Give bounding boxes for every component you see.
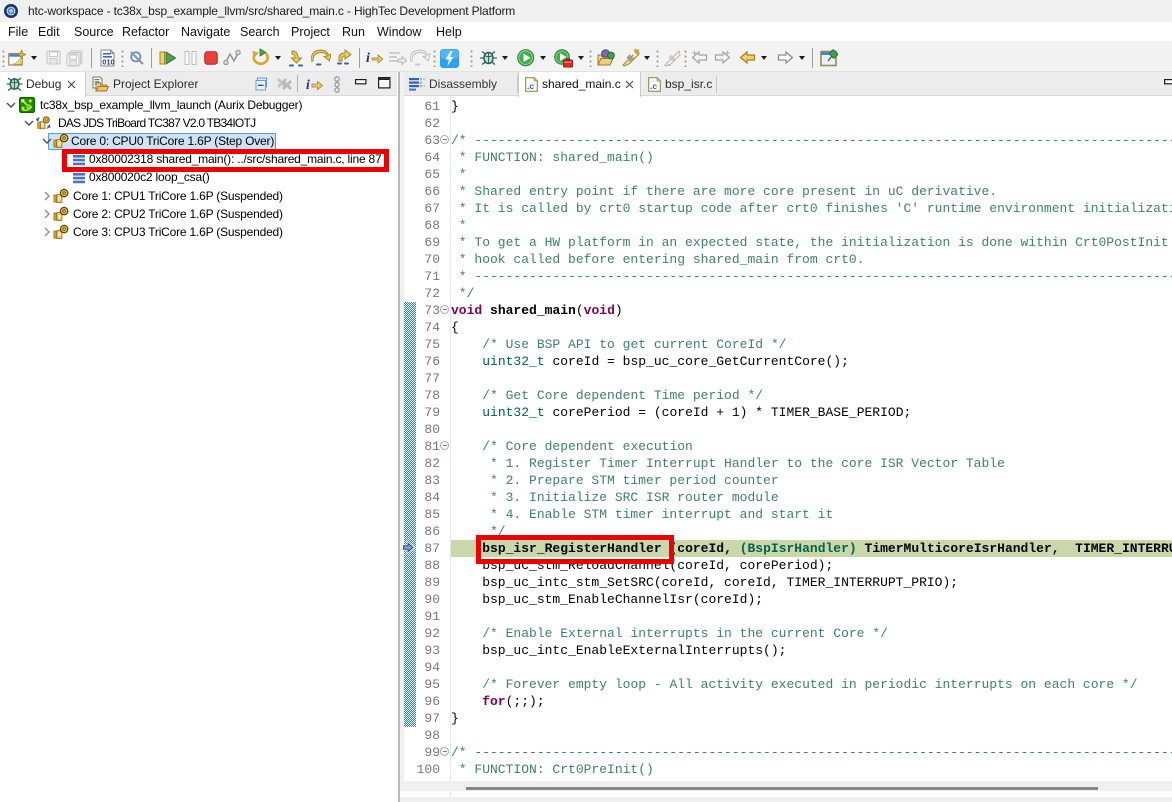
svg-text:010: 010: [102, 58, 115, 67]
svg-text:i: i: [366, 51, 370, 66]
svg-text:.c: .c: [527, 81, 534, 91]
svg-text:.c: .c: [650, 81, 657, 91]
svg-text:i: i: [306, 77, 310, 92]
